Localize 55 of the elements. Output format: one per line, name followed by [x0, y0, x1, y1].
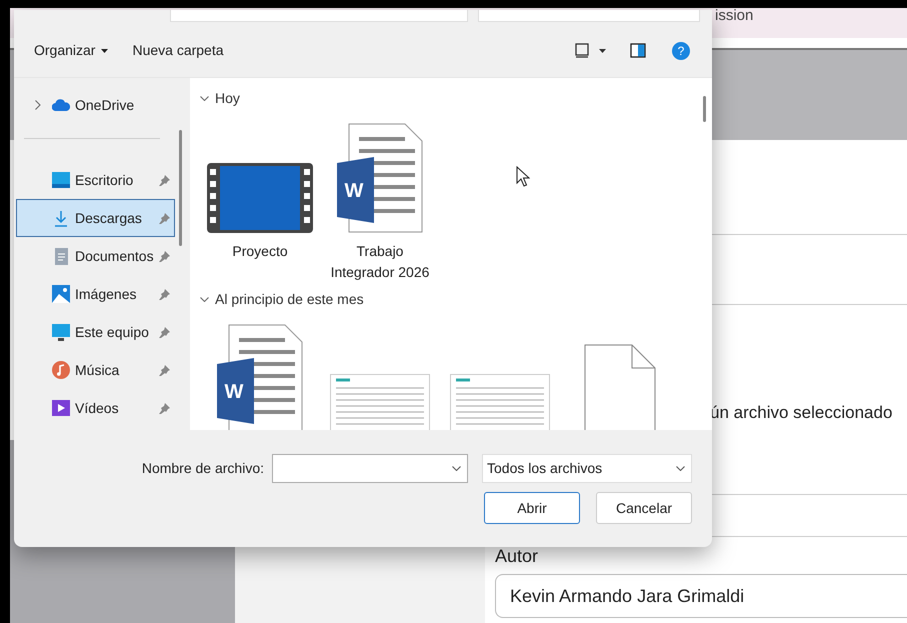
pin-icon	[159, 250, 170, 262]
cloud-icon	[52, 99, 70, 111]
picture-icon	[52, 285, 70, 303]
caret-icon	[599, 48, 606, 52]
caret-icon	[101, 48, 108, 52]
nav-item[interactable]: Este equipo	[16, 313, 175, 351]
organize-menu-button[interactable]: Organizar	[34, 40, 108, 61]
nav-item[interactable]: Imágenes	[16, 275, 175, 313]
preview-pane-icon	[630, 43, 646, 58]
nav-item[interactable]: Documentos	[16, 237, 175, 275]
video-icon	[52, 400, 70, 416]
scrollbar-thumb[interactable]	[703, 96, 706, 122]
chevron-down-icon	[200, 297, 209, 302]
document-icon	[54, 248, 68, 264]
chevron-right-icon	[35, 100, 41, 110]
author-field[interactable]: Kevin Armando Jara Grimaldi	[495, 574, 907, 618]
nav-item[interactable]: Descargas	[16, 199, 175, 237]
pin-icon	[159, 212, 170, 224]
pin-icon	[159, 288, 170, 300]
view-options-button[interactable]	[575, 43, 606, 58]
music-note-icon	[52, 361, 70, 379]
download-icon	[54, 210, 68, 226]
nav-item[interactable]: Vídeos	[16, 389, 175, 427]
file-name-label: Nombre de archivo:	[142, 459, 264, 478]
pin-icon	[159, 364, 170, 376]
pin-icon	[159, 174, 170, 186]
chevron-down-icon	[452, 466, 461, 471]
view-icon	[575, 43, 589, 58]
nav-item[interactable]: OneDrive	[16, 86, 175, 124]
file-name-field[interactable]	[272, 454, 468, 483]
page-heading-fragment: ission	[715, 8, 754, 24]
author-label: Autor	[495, 545, 540, 568]
help-button[interactable]: ?	[672, 42, 690, 60]
dialog-button[interactable]: Abrir	[484, 492, 580, 524]
preview-pane-button[interactable]	[630, 43, 646, 58]
mouse-cursor-icon	[516, 166, 530, 188]
dialog-button[interactable]: Cancelar	[596, 492, 692, 524]
monitor-icon	[52, 324, 70, 340]
file-type-dropdown[interactable]: Todos los archivos	[482, 454, 692, 483]
pin-icon	[159, 326, 170, 338]
file-name[interactable]: Trabajo Integrador 2026	[325, 241, 435, 283]
pin-icon	[159, 402, 170, 414]
video-file-icon	[207, 163, 313, 233]
nav-item[interactable]: Música	[16, 351, 175, 389]
address-bar[interactable]	[170, 10, 468, 22]
new-folder-button[interactable]: Nueva carpeta	[132, 40, 224, 61]
scrollbar-thumb[interactable]	[179, 130, 182, 246]
group-header[interactable]: Al principio de este mes	[200, 289, 364, 310]
group-header[interactable]: Hoy	[200, 88, 240, 109]
search-field[interactable]	[478, 10, 700, 22]
file-name[interactable]: Proyecto	[205, 241, 315, 262]
chevron-down-icon	[200, 96, 209, 101]
nav-item[interactable]: Escritorio	[16, 161, 175, 199]
chevron-down-icon	[676, 466, 685, 471]
desktop-icon	[52, 172, 70, 188]
